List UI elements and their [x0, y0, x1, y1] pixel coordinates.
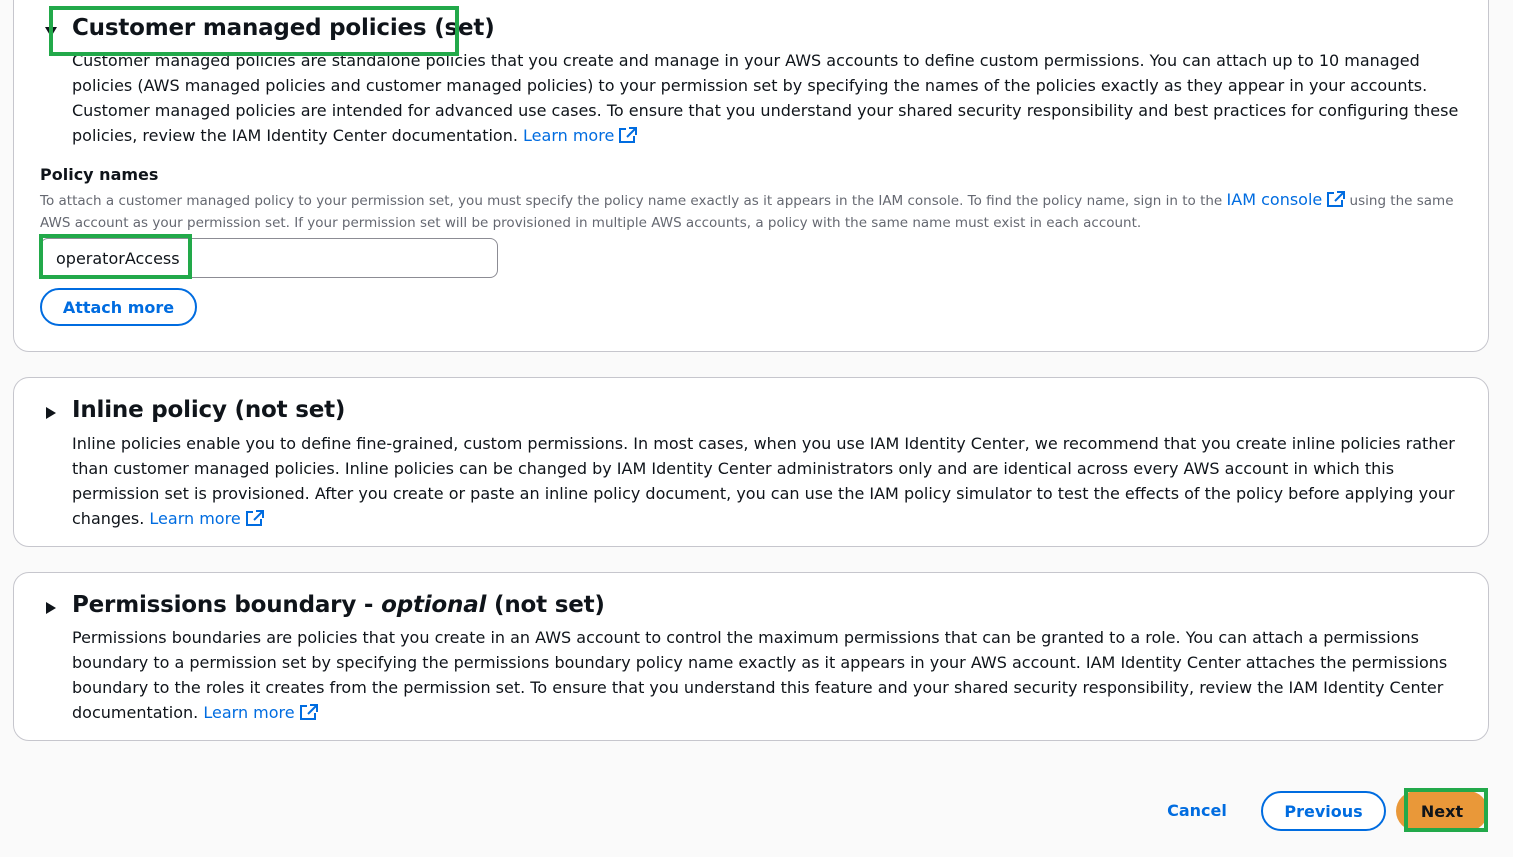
next-button[interactable]: Next [1396, 791, 1488, 831]
permissions-boundary-heading[interactable]: Permissions boundary - optional (not set… [72, 592, 605, 618]
external-link-icon [245, 510, 264, 526]
permissions-boundary-panel: Permissions boundary - optional (not set… [13, 572, 1489, 741]
external-link-icon [1327, 191, 1346, 207]
inline-policy-heading[interactable]: Inline policy (not set) [72, 397, 345, 423]
cancel-button[interactable]: Cancel [1150, 790, 1244, 830]
external-link-icon [299, 704, 318, 720]
customer-managed-policies-description: Customer managed policies are standalone… [72, 51, 1459, 145]
inline-policy-learn-more-link[interactable]: Learn more [149, 509, 264, 528]
caret-right-icon[interactable] [44, 601, 58, 617]
previous-button[interactable]: Previous [1261, 791, 1386, 831]
customer-managed-policies-heading[interactable]: Customer managed policies (set) [72, 15, 495, 41]
inline-policy-description: Inline policies enable you to define fin… [72, 434, 1455, 528]
attach-more-button[interactable]: Attach more [40, 288, 197, 326]
caret-right-icon[interactable] [44, 406, 58, 422]
policy-name-input[interactable] [40, 238, 498, 278]
policy-names-constraint: To attach a customer managed policy to y… [40, 190, 1454, 231]
caret-down-icon[interactable] [44, 25, 58, 41]
customer-policies-learn-more-link[interactable]: Learn more [523, 126, 638, 145]
permissions-boundary-learn-more-link[interactable]: Learn more [203, 703, 318, 722]
external-link-icon [619, 127, 638, 143]
permissions-boundary-description: Permissions boundaries are policies that… [72, 628, 1448, 722]
policy-names-label: Policy names [40, 165, 159, 184]
customer-managed-policies-panel: Customer managed policies (set) Customer… [13, 0, 1489, 352]
iam-console-link[interactable]: IAM console [1227, 190, 1346, 209]
inline-policy-panel: Inline policy (not set) Inline policies … [13, 377, 1489, 547]
